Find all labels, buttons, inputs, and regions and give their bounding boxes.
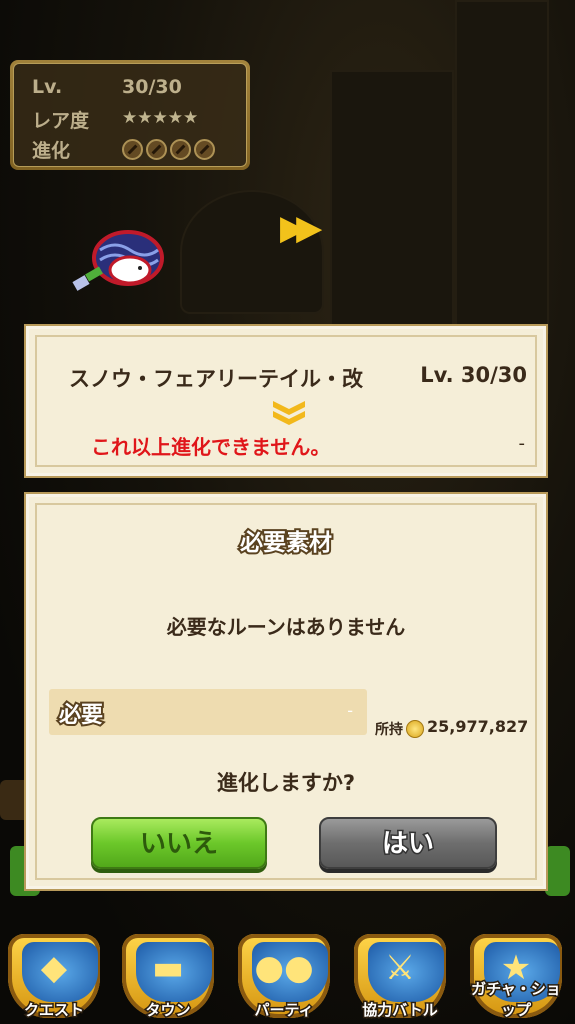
nav-party[interactable]: ●● パーティ <box>232 934 336 1022</box>
rarity-stars: ★★★★★ <box>122 108 199 128</box>
evolution-slot-icon <box>194 139 215 160</box>
monster-status-panel: Lv. 30/30 レア度 ★★★★★ 進化 <box>10 60 250 170</box>
monster-level: Lv. 30/30 <box>420 363 527 387</box>
evolve-confirm-question: 進化しますか? <box>216 771 356 795</box>
cannot-evolve-message: これ以上進化できません。 <box>91 435 331 459</box>
nav-gacha-shop-label: ガチャ・ショップ <box>470 979 563 1021</box>
nav-party-label: パーティ <box>253 1000 315 1021</box>
level-label: Lv. <box>32 76 63 98</box>
background-pillar <box>455 0 549 334</box>
level-value: 30/30 <box>122 76 182 98</box>
coop-battle-icon: ⚔ <box>384 948 416 988</box>
owned-label: 所持 <box>375 722 403 738</box>
evolution-info-panel: スノウ・フェアリーテイル・改 Lv. 30/30 これ以上進化できません。 - <box>26 326 546 476</box>
evolution-slot-icon <box>122 139 143 160</box>
chevron-down-icon <box>273 401 305 425</box>
rarity-label: レア度 <box>32 110 90 132</box>
required-materials-panel: 必要素材 必要なルーンはありません 必要 - 所持 25,977,827 進化し… <box>26 494 546 889</box>
nav-quest-label: クエスト <box>22 1000 85 1021</box>
materials-title: 必要素材 <box>238 528 334 558</box>
evolution-slot-icon <box>146 139 167 160</box>
coin-icon <box>406 720 424 738</box>
nav-gacha-shop[interactable]: ★ ガチャ・ショップ <box>464 934 568 1022</box>
nav-coop-battle-label: 協力バトル <box>361 1000 439 1021</box>
required-cost-box: 必要 - <box>49 689 367 735</box>
yes-button[interactable]: はい <box>319 817 497 869</box>
nav-town-label: タウン <box>144 1000 192 1021</box>
town-icon: ▬ <box>151 948 185 988</box>
party-icon: ●● <box>254 948 314 988</box>
no-button[interactable]: いいえ <box>91 817 267 869</box>
nav-coop-battle[interactable]: ⚔ 協力バトル <box>348 934 452 1022</box>
nav-town[interactable]: ▬ タウン <box>116 934 220 1022</box>
monster-name: スノウ・フェアリーテイル・改 <box>69 367 363 391</box>
required-value: - <box>347 701 353 720</box>
evolved-level-placeholder: - <box>518 433 526 454</box>
required-label: 必要 <box>57 701 105 730</box>
nav-quest[interactable]: ◆ クエスト <box>2 934 106 1022</box>
evolution-label: 進化 <box>32 140 71 162</box>
evolution-slots <box>122 138 218 160</box>
evolution-slot-icon <box>170 139 191 160</box>
background-pillar <box>330 70 454 334</box>
monster-sprite <box>72 230 164 291</box>
no-rune-message: 必要なルーンはありません <box>166 615 406 639</box>
side-button-edge <box>545 846 570 896</box>
quest-map-icon: ◆ <box>40 948 68 988</box>
bottom-navigation: ◆ クエスト ▬ タウン ●● パーティ ⚔ 協力バトル ★ ガチャ・ショップ <box>0 928 575 1024</box>
owned-coins: 25,977,827 <box>427 717 529 736</box>
evolution-arrow-icon: ▶▶ <box>280 208 322 248</box>
